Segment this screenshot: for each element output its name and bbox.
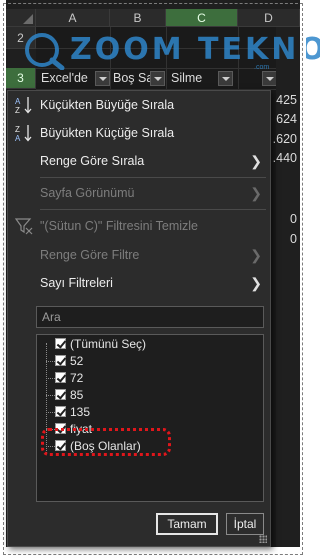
sort-descending-item[interactable]: Z A Büyükten Küçüğe Sırala xyxy=(8,119,270,147)
column-header-d[interactable]: D xyxy=(238,9,300,27)
svg-text:A: A xyxy=(15,97,21,106)
checkbox-checked[interactable] xyxy=(55,338,66,349)
filter-dropdown-c[interactable] xyxy=(218,71,233,86)
search-input[interactable]: Ara xyxy=(36,306,264,328)
sheet-view-item: Sayfa Görünümü ❯ xyxy=(8,179,270,207)
watermark-domain: .com xyxy=(254,64,270,71)
svg-text:Z: Z xyxy=(15,125,20,134)
sort-descending-label: Büyükten Küçüğe Sırala xyxy=(40,126,175,140)
sort-by-color-item[interactable]: Renge Göre Sırala ❯ xyxy=(8,147,270,175)
tree-line xyxy=(46,395,55,396)
filter-dropdown-b[interactable] xyxy=(150,71,165,86)
tree-line xyxy=(46,361,55,362)
number-filters-label: Sayı Filtreleri xyxy=(40,276,113,290)
frame-bottom xyxy=(0,547,306,559)
filter-by-color-item: Renge Göre Filtre ❯ xyxy=(8,241,270,269)
chevron-right-icon: ❯ xyxy=(250,275,262,291)
watermark-logo: ZOOM TEKNO .com xyxy=(22,30,320,72)
sort-ascending-label: Küçükten Büyüğe Sırala xyxy=(40,98,175,112)
clear-filter-icon xyxy=(14,218,33,235)
highlight-annotation xyxy=(41,428,171,456)
sort-by-color-label: Renge Göre Sırala xyxy=(40,154,145,168)
autofilter-menu: A Z Küçükten Büyüğe Sırala Z A Büyükten … xyxy=(7,90,271,547)
frame-right xyxy=(300,0,306,559)
sort-descending-icon: Z A xyxy=(15,125,32,143)
filter-dropdown-a[interactable] xyxy=(95,71,110,86)
chevron-right-icon: ❯ xyxy=(250,247,262,263)
list-item-label: 85 xyxy=(70,388,84,402)
column-header-b[interactable]: B xyxy=(110,9,166,27)
svg-text:A: A xyxy=(15,134,21,143)
list-item-label: 52 xyxy=(70,354,84,368)
checkbox-checked[interactable] xyxy=(55,389,66,400)
checkbox-checked[interactable] xyxy=(55,355,66,366)
resize-grip-icon[interactable] xyxy=(259,535,267,543)
number-filters-item[interactable]: Sayı Filtreleri ❯ xyxy=(8,269,270,297)
sort-ascending-icon: A Z xyxy=(15,97,32,115)
list-item-label: 135 xyxy=(70,405,91,419)
column-header-c[interactable]: C xyxy=(166,9,238,27)
filter-by-color-label: Renge Göre Filtre xyxy=(40,248,140,262)
list-item-label: 72 xyxy=(70,371,84,385)
tree-line xyxy=(46,412,55,413)
chevron-right-icon: ❯ xyxy=(250,185,262,201)
ok-button[interactable]: Tamam xyxy=(156,513,218,535)
frame-left xyxy=(0,0,6,559)
menu-separator xyxy=(40,209,266,210)
clear-filter-item: "(Sütun C)" Filtresini Temizle xyxy=(8,212,270,240)
chevron-right-icon: ❯ xyxy=(250,153,262,169)
checkbox-checked[interactable] xyxy=(55,406,66,417)
cancel-button[interactable]: İptal xyxy=(226,513,264,535)
sort-ascending-item[interactable]: A Z Küçükten Büyüğe Sırala xyxy=(8,91,270,119)
filter-values-list[interactable]: (Tümünü Seç) 52 72 85 135 fiyat (Boş Ola… xyxy=(36,334,264,502)
clear-filter-label: "(Sütun C)" Filtresini Temizle xyxy=(40,219,198,233)
logo-icon xyxy=(25,33,65,70)
checkbox-checked[interactable] xyxy=(55,372,66,383)
watermark-text: ZOOM TEKNO xyxy=(70,32,320,67)
list-item-label: (Tümünü Seç) xyxy=(70,337,147,351)
svg-text:Z: Z xyxy=(15,106,20,115)
filter-dropdown-d[interactable] xyxy=(262,71,277,86)
select-all-corner[interactable] xyxy=(6,9,36,27)
sheet-view-label: Sayfa Görünümü xyxy=(40,186,135,200)
menu-separator xyxy=(40,177,266,178)
column-header-a[interactable]: A xyxy=(36,9,110,27)
tree-line xyxy=(46,378,55,379)
